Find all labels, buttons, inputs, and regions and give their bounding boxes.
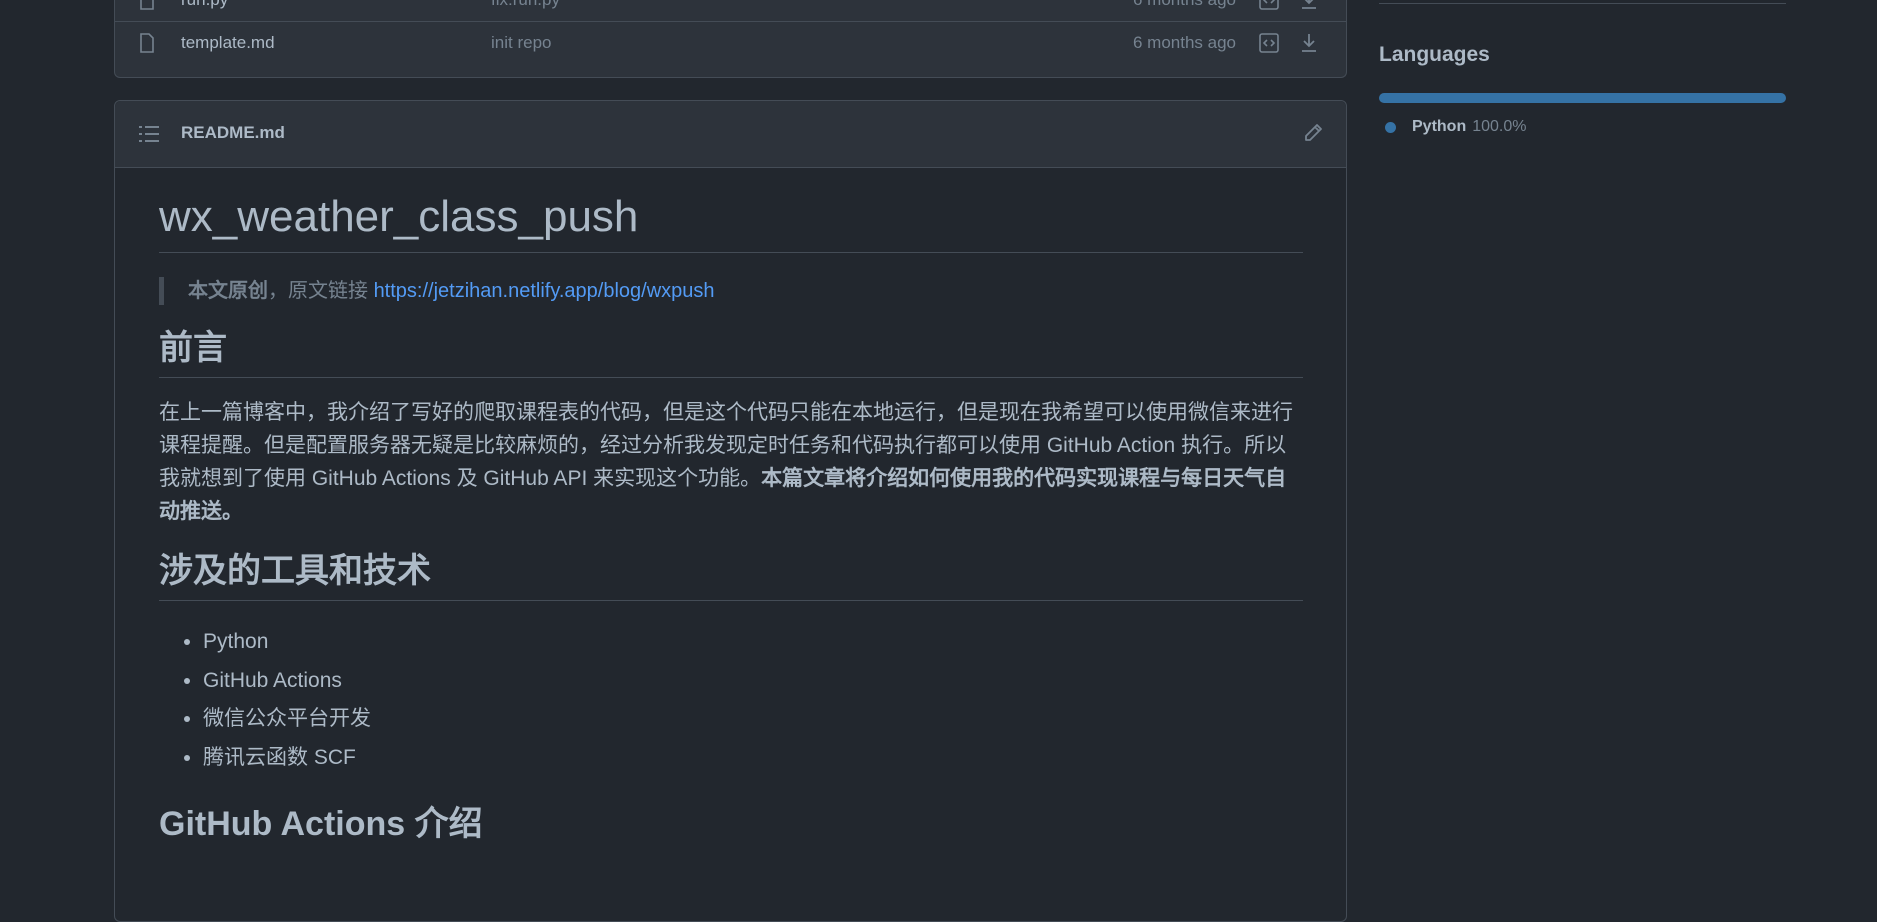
- blockquote: 本文原创，原文链接 https://jetzihan.netlify.app/b…: [159, 277, 1303, 305]
- download-icon[interactable]: [1299, 32, 1319, 54]
- commit-date: 6 months ago: [1132, 33, 1236, 52]
- source-link[interactable]: https://jetzihan.netlify.app/blog/wxpush: [374, 280, 715, 302]
- view-code-icon[interactable]: [1258, 0, 1280, 11]
- commit-message[interactable]: init repo: [491, 33, 551, 53]
- file-row[interactable]: template.md init repo 6 months ago: [115, 22, 1346, 64]
- language-bar: [1379, 93, 1786, 103]
- markdown-body: wx_weather_class_push 本文原创，原文链接 https://…: [159, 191, 1303, 853]
- file-icon: [140, 0, 154, 10]
- file-name[interactable]: template.md: [181, 33, 275, 53]
- quote-text: ，原文链接: [268, 280, 374, 302]
- section-heading-actions: GitHub Actions 介绍: [159, 805, 483, 843]
- pencil-icon[interactable]: [1302, 122, 1324, 144]
- preface-paragraph: 在上一篇博客中，我介绍了写好的爬取课程表的代码，但是这个代码只能在本地运行，但是…: [159, 396, 1303, 528]
- file-name[interactable]: run.py: [181, 0, 228, 10]
- list-item: GitHub Actions: [203, 662, 1303, 701]
- download-icon[interactable]: [1299, 0, 1319, 11]
- file-row[interactable]: run.py fix:run.py 6 months ago: [115, 0, 1346, 22]
- list-item: 腾讯云函数 SCF: [203, 739, 1303, 778]
- commit-message[interactable]: fix:run.py: [491, 0, 560, 10]
- list-item: 微信公众平台开发: [203, 700, 1303, 739]
- language-percent: 100.0%: [1472, 118, 1527, 135]
- readme-filename[interactable]: README.md: [181, 123, 285, 143]
- commit-date: 6 months ago: [1133, 0, 1236, 10]
- tools-list: Python GitHub Actions 微信公众平台开发 腾讯云函数 SCF: [159, 623, 1303, 777]
- list-icon[interactable]: [139, 125, 159, 143]
- readme-panel: README.md wx_weather_class_push 本文原创，原文链…: [114, 100, 1347, 922]
- view-code-icon[interactable]: [1258, 32, 1280, 54]
- list-item: Python: [203, 623, 1303, 662]
- file-icon: [140, 33, 154, 53]
- readme-header: README.md: [115, 101, 1346, 168]
- section-heading-preface: 前言: [159, 325, 1303, 378]
- languages-title: Languages: [1379, 43, 1490, 66]
- sidebar-divider: [1379, 3, 1786, 4]
- quote-bold: 本文原创: [188, 280, 268, 302]
- language-item-python[interactable]: Python 100.0%: [1385, 118, 1526, 136]
- file-list: run.py fix:run.py 6 months ago template.…: [114, 0, 1347, 78]
- language-name: Python: [1412, 118, 1467, 135]
- language-color-dot: [1385, 121, 1396, 133]
- readme-heading: wx_weather_class_push: [159, 191, 1303, 253]
- section-heading-tools: 涉及的工具和技术: [159, 548, 1303, 601]
